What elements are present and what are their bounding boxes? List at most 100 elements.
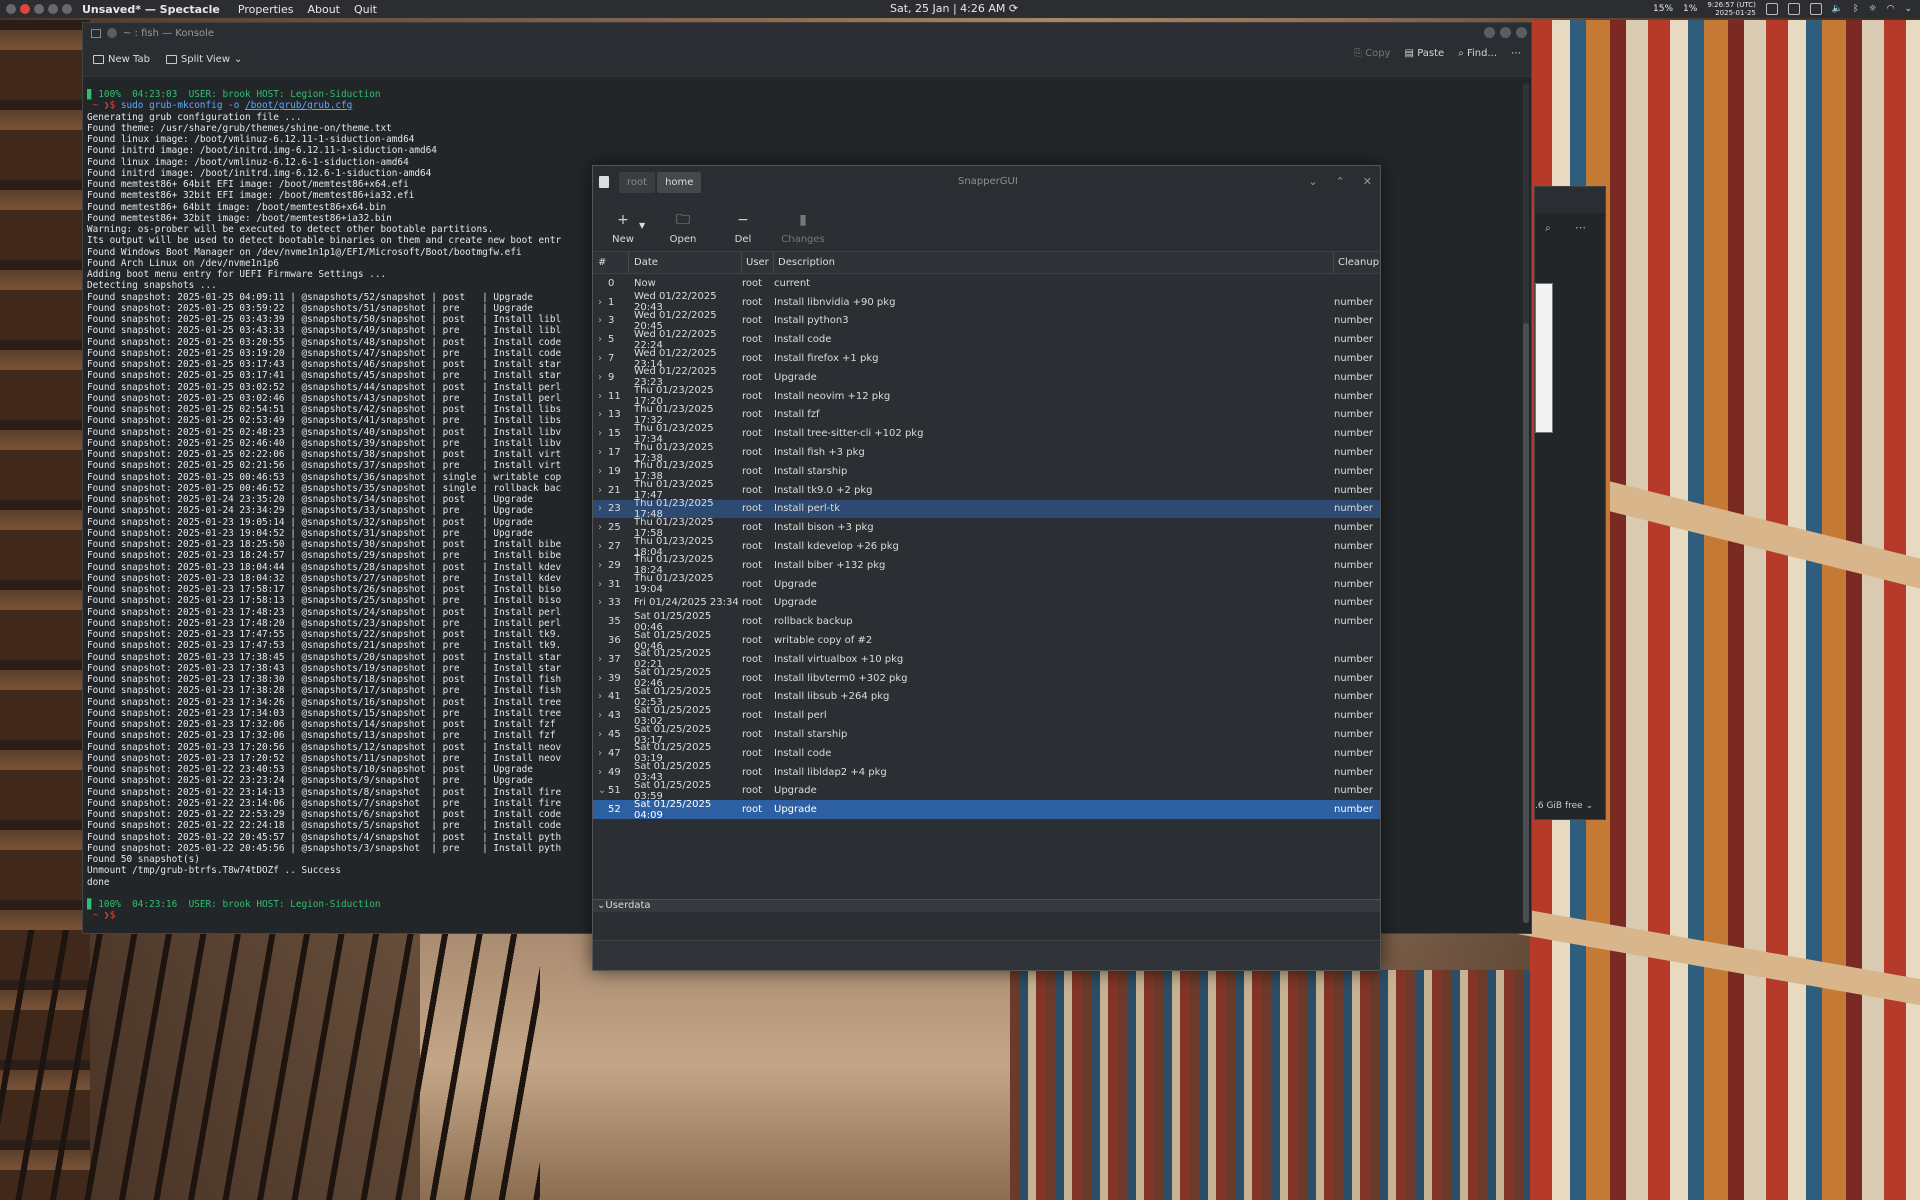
table-row[interactable]: › 11 Thu 01/23/2025 17:20 root Install neovi… [593,385,1380,407]
header-date[interactable]: Date [629,252,742,273]
find-button[interactable]: ⌕ Find... [1458,48,1497,59]
expand-arrow-icon[interactable]: › [598,748,604,759]
expand-arrow-icon[interactable]: › [598,372,604,383]
panel-clock[interactable]: Sat, 25 Jan | 4:26 AM ⟳ [890,2,1018,15]
table-row[interactable]: › 21 Thu 01/23/2025 17:47 root Install tk9.0… [593,479,1380,501]
konsole-close-icon[interactable] [107,28,117,38]
minimize-icon[interactable] [34,4,44,14]
table-row[interactable]: › 1 Wed 01/22/2025 20:43 root Install libnvi… [593,291,1380,313]
table-row[interactable]: › 27 Thu 01/23/2025 18:04 root Install kdeve… [593,536,1380,558]
table-row[interactable]: › 43 Sat 01/25/2025 03:02 root Install perl n… [593,705,1380,727]
snapper-titlebar[interactable]: root home SnapperGUI ⌄ ⌃ ✕ [593,166,1380,198]
close-button[interactable] [1516,27,1527,38]
expand-arrow-icon[interactable]: › [598,466,604,477]
new-dropdown-icon[interactable]: ▼ [639,221,645,230]
volume-icon[interactable]: 🔈 [1832,4,1843,14]
table-row[interactable]: › 13 Thu 01/23/2025 17:32 root Install fzf nu… [593,404,1380,426]
file-manager-titlebar[interactable] [1535,187,1605,213]
table-row[interactable]: › 49 Sat 01/25/2025 03:43 root Install libld… [593,761,1380,783]
file-manager-window[interactable]: ⌕ ⋯ .6 GiB free ⌄ [1534,186,1606,820]
more-options-icon[interactable]: ⋯ [1575,221,1586,234]
expand-arrow-icon[interactable]: › [598,673,604,684]
expand-arrow-icon[interactable]: › [598,729,604,740]
table-row[interactable]: › 7 Wed 01/22/2025 23:14 root Install firefo… [593,348,1380,370]
table-row[interactable]: › 45 Sat 01/25/2025 03:17 root Install stars… [593,724,1380,746]
header-num[interactable]: # [593,252,629,273]
expand-tray-icon[interactable]: ⌄ [1904,4,1912,14]
paste-button[interactable]: ▤ Paste [1405,48,1445,59]
expand-arrow-icon[interactable]: ⌄ [598,785,606,796]
expand-arrow-icon[interactable]: › [598,597,604,608]
expand-arrow-icon[interactable]: › [598,297,604,308]
table-row[interactable]: › 47 Sat 01/25/2025 03:19 root Install code n… [593,742,1380,764]
expand-arrow-icon[interactable]: › [598,579,604,590]
split-view-button[interactable]: Split View ⌄ [165,54,242,65]
close-icon[interactable]: ✕ [1363,175,1372,188]
table-row[interactable]: › 29 Thu 01/23/2025 18:24 root Install biber… [593,554,1380,576]
expand-arrow-icon[interactable]: › [598,428,604,439]
command-path-link[interactable]: /boot/grub/grub.cfg [245,100,352,111]
header-cleanup[interactable]: Cleanup [1334,252,1379,273]
expand-arrow-icon[interactable]: › [598,334,604,345]
maximize-button[interactable] [1500,27,1511,38]
tab-home[interactable]: home [657,171,702,193]
notes-icon[interactable] [1809,3,1822,15]
table-row[interactable]: › 3 Wed 01/22/2025 20:45 root Install python… [593,310,1380,332]
table-row[interactable]: › 5 Wed 01/22/2025 22:24 root Install code nu… [593,329,1380,351]
expand-arrow-icon[interactable]: › [598,485,604,496]
expand-arrow-icon[interactable]: › [598,503,604,514]
close-icon[interactable] [20,4,30,14]
expand-arrow-icon[interactable]: › [598,767,604,778]
tab-root[interactable]: root [619,171,656,193]
free-space-label[interactable]: .6 GiB free ⌄ [1535,801,1593,811]
clipboard-icon[interactable] [1787,3,1800,15]
konsole-titlebar[interactable]: ~ : fish — Konsole [83,23,1531,43]
header-user[interactable]: User [742,252,774,273]
table-row[interactable]: › 17 Thu 01/23/2025 17:38 root Install fish … [593,442,1380,464]
table-row[interactable]: › 33 Fri 01/24/2025 23:34 root Upgrade number [593,594,1380,613]
expand-arrow-icon[interactable]: › [598,447,604,458]
copy-button[interactable]: ⎘ Copy [1354,48,1391,59]
maximize-icon[interactable] [48,4,58,14]
expand-arrow-icon[interactable]: › [598,560,604,571]
header-description[interactable]: Description [774,252,1334,273]
open-snapshot-button[interactable]: 🗀 Open [663,212,703,245]
userdata-panel[interactable] [593,913,1380,941]
new-snapshot-button[interactable]: + New [603,212,643,245]
table-row[interactable]: ⌄ 51 Sat 01/25/2025 03:59 root Upgrade number [593,780,1380,802]
terminal-tray-icon[interactable] [1765,3,1778,15]
expand-arrow-icon[interactable]: › [598,353,604,364]
new-tab-button[interactable]: New Tab [93,54,150,65]
scrollbar-thumb[interactable] [1523,323,1529,923]
wifi-icon[interactable]: ◠ [1887,4,1895,14]
table-row[interactable]: › 15 Thu 01/23/2025 17:34 root Install tree-… [593,423,1380,445]
table-row[interactable]: › 39 Sat 01/25/2025 02:46 root Install libvt… [593,667,1380,689]
menu-item-properties[interactable]: Properties [238,3,294,16]
menu-item-quit[interactable]: Quit [354,3,377,16]
table-row[interactable]: › 31 Thu 01/23/2025 19:04 root Upgrade number [593,573,1380,595]
brightness-icon[interactable]: ☼ [1869,4,1877,14]
expand-arrow-icon[interactable]: › [598,654,604,665]
snapper-gui-window[interactable]: root home SnapperGUI ⌄ ⌃ ✕ + New 🗀 Open − D… [592,165,1381,971]
userdata-section-header[interactable]: ⌄Userdata [593,899,1380,912]
expand-arrow-icon[interactable]: › [598,522,604,533]
expand-arrow-icon[interactable]: › [598,710,604,721]
maximize-icon[interactable]: ⌃ [1336,175,1345,188]
table-row[interactable]: › 41 Sat 01/25/2025 02:53 root Install libsu… [593,686,1380,708]
table-row[interactable]: 0 Now root current [593,274,1380,293]
expand-arrow-icon[interactable]: › [598,541,604,552]
hamburger-menu-icon[interactable]: ⋯ [1511,48,1521,59]
table-row[interactable]: 52 Sat 01/25/2025 04:09 root Upgrade number [593,799,1380,821]
utc-clock[interactable]: 9:26:57 (UTC) 2025-01-25 [1707,1,1756,17]
table-row[interactable]: › 23 Thu 01/23/2025 17:48 root Install perl-… [593,498,1380,520]
expand-arrow-icon[interactable]: › [598,691,604,702]
terminal-scrollbar[interactable] [1523,83,1529,923]
delete-snapshot-button[interactable]: − Del [723,212,763,245]
table-row[interactable]: › 9 Wed 01/22/2025 23:23 root Upgrade number [593,366,1380,388]
expand-arrow-icon[interactable]: › [598,409,604,420]
table-row[interactable]: › 25 Thu 01/23/2025 17:58 root Install bison… [593,517,1380,539]
table-row[interactable]: › 37 Sat 01/25/2025 02:21 root Install virtu… [593,648,1380,670]
menu-item-about[interactable]: About [307,3,340,16]
bluetooth-icon[interactable]: ᛒ [1853,4,1858,14]
search-icon[interactable]: ⌕ [1545,223,1551,234]
